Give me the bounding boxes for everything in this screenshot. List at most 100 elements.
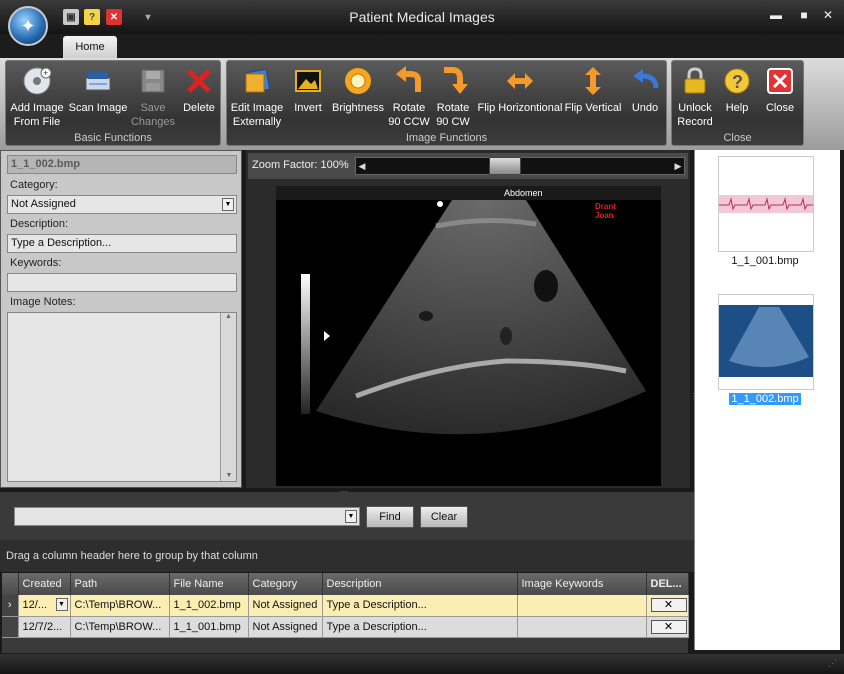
maximize-button[interactable]: ■ [794,8,814,26]
cell-file-name[interactable]: 1_1_001.bmp [169,616,249,638]
cell-keywords[interactable] [517,595,647,617]
rotate-cw-button[interactable]: Rotate 90 CW [431,65,475,129]
keywords-label: Keywords: [10,257,62,269]
horizontal-splitter[interactable]: ··· [340,487,348,496]
close-button[interactable]: Close [760,65,800,115]
group-image-functions: Edit Image Externally Invert Brightness R… [226,60,667,146]
ultrasound-thumbnail [719,305,813,377]
edit-image-icon [241,65,273,97]
thumbnail-label-selected[interactable]: 1_1_002.bmp [705,393,825,405]
flip-vertical-button[interactable]: Flip Vertical [563,65,623,115]
cell-keywords[interactable] [517,616,647,638]
image-overlay-patient: Drant Joan [595,202,616,220]
rotate-ccw-button[interactable]: Rotate 90 CCW [387,65,431,129]
description-field[interactable]: Type a Description... [7,234,237,253]
table-row[interactable]: 12/7/2... C:\Temp\BROW... 1_1_001.bmp No… [2,616,689,638]
rotate-cw-icon [437,65,469,97]
rotate-ccw-icon [393,65,425,97]
column-header-description[interactable]: Description [322,573,518,595]
flip-vertical-icon [577,65,609,97]
app-logo-icon: ✦ [20,15,36,36]
delete-button[interactable]: Delete [178,65,220,115]
zoom-left-arrow-icon[interactable]: ◀ [356,157,368,175]
brightness-button[interactable]: Brightness [330,65,386,115]
invert-icon [292,65,324,97]
edit-image-externally-button[interactable]: Edit Image Externally [229,65,285,129]
table-row[interactable]: › 12/... ▼ C:\Temp\BROW... 1_1_002.bmp No… [2,595,689,617]
svg-text:?: ? [732,72,743,92]
red-x-icon [183,65,215,97]
description-label: Description: [10,218,69,230]
scroll-down-icon[interactable]: ▼ [221,472,237,479]
scroll-up-icon[interactable]: ▲ [221,313,236,320]
window-close-button[interactable]: ✕ [818,8,838,26]
cell-delete: ✕ [646,616,689,638]
column-header-file-name[interactable]: File Name [169,573,249,595]
cell-created[interactable]: 12/7/2... [18,616,71,638]
chevron-down-icon[interactable]: ▼ [222,198,234,211]
column-header-image-keywords[interactable]: Image Keywords [517,573,647,595]
image-overlay-title: Abdomen [504,188,543,198]
cell-path[interactable]: C:\Temp\BROW... [70,595,170,617]
keywords-field[interactable] [7,273,237,292]
current-row-indicator-icon: › [2,595,19,617]
cell-description[interactable]: Type a Description... [322,616,518,638]
floppy-icon [137,65,169,97]
find-button[interactable]: Find [366,506,414,528]
vertical-splitter-right[interactable]: ⋮ [690,392,698,401]
cell-description[interactable]: Type a Description... [322,595,518,617]
zoom-right-arrow-icon[interactable]: ▶ [672,157,684,175]
cell-file-name[interactable]: 1_1_002.bmp [169,595,249,617]
cell-path[interactable]: C:\Temp\BROW... [70,616,170,638]
invert-button[interactable]: Invert [287,65,329,115]
unlock-record-button[interactable]: Unlock Record [674,65,716,129]
search-input[interactable]: ▼ [14,507,360,526]
cell-category[interactable]: Not Assigned [248,595,323,617]
ultrasound-image [276,186,661,486]
row-indicator-header [2,573,19,595]
cell-created[interactable]: 12/... ▼ [18,595,71,617]
filename-field: 1_1_002.bmp [7,155,237,174]
application-menu-button[interactable]: ✦ [8,6,48,46]
image-notes-label: Image Notes: [10,296,76,308]
notes-scrollbar[interactable]: ▲ ▼ [220,313,236,481]
cell-delete: ✕ [646,595,689,617]
tab-home[interactable]: Home [63,36,117,58]
close-icon [764,65,796,97]
group-close: Unlock Record ? Help Close Close [671,60,804,146]
chevron-down-icon[interactable]: ▼ [345,510,357,523]
category-select[interactable]: Not Assigned ▼ [7,195,237,214]
image-notes-field[interactable] [7,312,237,482]
column-header-delete[interactable]: DEL... [646,573,689,595]
help-button[interactable]: ? Help [718,65,756,115]
undo-button[interactable]: Undo [625,65,665,115]
column-header-category[interactable]: Category [248,573,323,595]
save-changes-button[interactable]: Save Changes [130,65,176,129]
scan-image-button[interactable]: Scan Image [66,65,130,115]
minimize-button[interactable]: ▬ [766,8,786,26]
resize-grip-icon[interactable]: ⋰ [828,658,837,669]
thumbnail-image[interactable] [718,156,814,252]
add-image-button[interactable]: + Add Image From File [8,65,66,129]
ultrasound-scan [276,186,661,486]
row-indicator [2,616,19,638]
group-label-basic: Basic Functions [74,132,152,144]
group-basic-functions: + Add Image From File Scan Image Save Chan… [5,60,221,146]
undo-icon [629,65,661,97]
thumbnail-label[interactable]: 1_1_001.bmp [705,255,825,267]
flip-horizontal-icon [504,65,536,97]
category-label: Category: [10,179,58,191]
flip-horizontal-button[interactable]: Flip Horizontional [477,65,563,115]
clear-button[interactable]: Clear [420,506,468,528]
delete-row-button[interactable]: ✕ [650,598,687,613]
ecg-thumbnail [719,195,813,213]
column-header-path[interactable]: Path [70,573,170,595]
cell-category[interactable]: Not Assigned [248,616,323,638]
thumbnail-image-selected[interactable] [718,294,814,390]
column-header-created[interactable]: Created [18,573,71,595]
window-title: Patient Medical Images [349,9,495,25]
delete-row-button[interactable]: ✕ [650,619,687,634]
brightness-icon [342,65,374,97]
chevron-down-icon[interactable]: ▼ [55,598,68,611]
zoom-slider-thumb[interactable] [488,157,521,175]
